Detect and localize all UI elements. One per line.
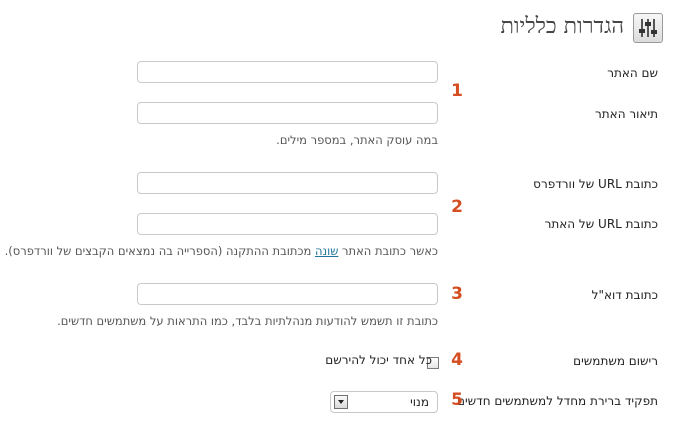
membership-label: רישום משתמשים <box>573 354 658 368</box>
email-label: כתובת דוא"ל <box>591 288 658 302</box>
site-url-help: כאשר כתובת האתר שונה מכתובת ההתקנה (הספר… <box>5 244 438 258</box>
site-url-input[interactable] <box>137 213 438 235</box>
wordpress-url-label: כתובת URL של וורדפרס <box>533 177 658 191</box>
different-link[interactable]: שונה <box>315 244 338 258</box>
site-name-input[interactable] <box>137 61 438 83</box>
wordpress-url-input[interactable] <box>137 172 438 194</box>
email-input[interactable] <box>137 283 438 305</box>
settings-sliders-icon <box>633 13 663 43</box>
marker-2: 2 <box>451 197 463 217</box>
site-url-help-before: כאשר כתובת האתר <box>338 244 438 258</box>
anyone-can-register-label[interactable]: כל אחד יכול להירשם <box>325 353 432 367</box>
page-title: הגדרות כלליות <box>500 14 625 39</box>
default-role-selected: מנוי <box>410 395 429 409</box>
marker-4: 4 <box>451 350 463 370</box>
site-description-help: במה עוסק האתר, במספר מילים. <box>276 133 438 147</box>
marker-5: 5 <box>451 390 463 410</box>
chevron-down-icon[interactable] <box>334 395 348 409</box>
site-description-label: תיאור האתר <box>595 107 658 121</box>
marker-1: 1 <box>451 81 463 101</box>
site-name-label: שם האתר <box>607 66 658 80</box>
email-help: כתובת זו תשמש להודעות מנהלתיות בלבד, כמו… <box>57 314 438 328</box>
default-role-label: תפקיד ברירת מחדל למשתמשים חדשים <box>457 394 658 408</box>
site-url-label: כתובת URL של האתר <box>544 217 658 231</box>
marker-3: 3 <box>451 284 463 304</box>
default-role-select[interactable]: מנוי <box>330 391 438 413</box>
site-description-input[interactable] <box>137 102 438 124</box>
site-url-help-after: מכתובת ההתקנה (הספרייה בה נמצאים הקבצים … <box>4 244 315 258</box>
